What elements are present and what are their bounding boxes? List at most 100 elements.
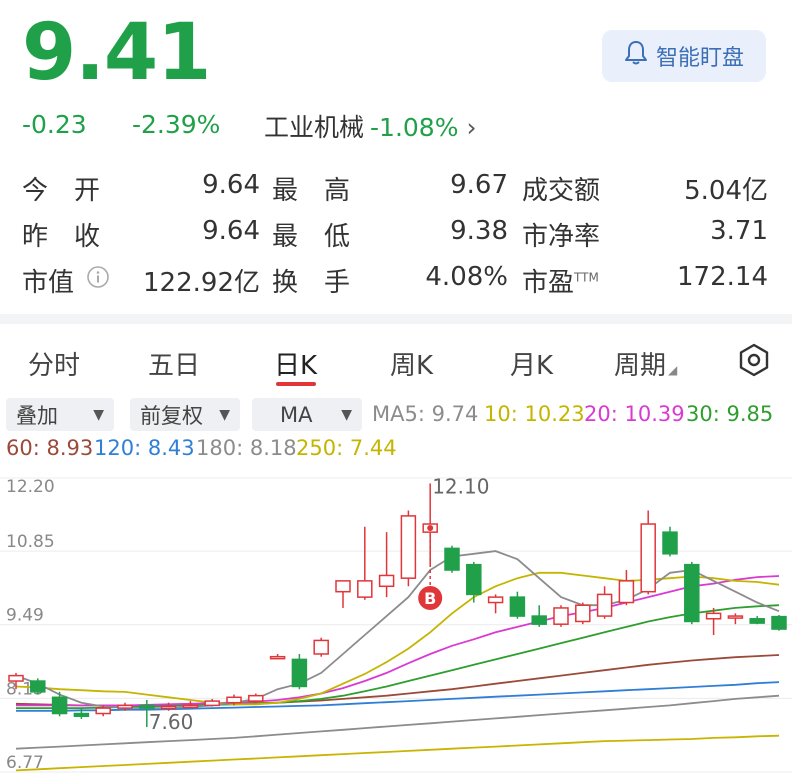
candle-body: [160, 705, 177, 710]
open-label: 今 开: [22, 176, 101, 206]
low-value: 9.38: [450, 216, 508, 246]
buy-marker-dot: [427, 525, 434, 532]
ma250-legend: 250: 7.44: [296, 436, 397, 460]
pe-ratio-value: 172.14: [677, 262, 768, 292]
candle-body: [487, 596, 504, 604]
buy-marker-label: B: [424, 589, 436, 608]
tab-weekly-k[interactable]: 周K: [390, 345, 433, 382]
candle-body: [8, 674, 24, 682]
section-divider: [0, 314, 792, 324]
high-label: 最 高: [272, 176, 351, 206]
corner-triangle-icon: ◢: [668, 363, 678, 377]
kline-chart[interactable]: 12.2010.859.498.136.7712.107.60B: [0, 470, 792, 777]
turnover-amount-label: 成交额: [522, 176, 601, 206]
tab-period-label: 周期: [614, 351, 667, 381]
smart-watch-label: 智能盯盘: [655, 46, 744, 71]
candle-body: [291, 658, 308, 688]
ma60-legend: 60: 8.93: [6, 436, 94, 460]
ma20-legend: 20: 10.39: [584, 402, 685, 426]
market-cap-label: 市值: [22, 268, 75, 298]
smart-watch-button[interactable]: 智能盯盘: [602, 30, 766, 82]
candle-body: [771, 615, 787, 630]
high-price-annotation: 12.10: [432, 474, 489, 498]
pe-ratio-label: 市盈TTM: [522, 262, 599, 299]
candle-body: [618, 580, 635, 604]
candle-body: [182, 704, 199, 709]
candle-body: [509, 596, 526, 617]
candle-body: [313, 639, 329, 655]
caret-down-icon: ▼: [341, 406, 352, 423]
candle-body: [662, 531, 678, 555]
indicator-label: MA: [280, 402, 313, 427]
candle-body: [705, 612, 722, 620]
candle-body: [596, 593, 613, 617]
low-price-annotation: 7.60: [149, 710, 194, 734]
tab-intraday[interactable]: 分时: [28, 345, 80, 382]
ma20-line: [16, 575, 780, 707]
candle-body: [466, 563, 482, 596]
industry-change-pct: -1.08%: [370, 113, 459, 142]
chevron-right-icon: ›: [466, 113, 477, 142]
current-price: 9.41: [22, 8, 211, 98]
candle-body: [204, 700, 220, 707]
candle-body: [378, 574, 395, 588]
prev-close-value: 9.64: [202, 216, 260, 246]
ma180-legend: 180: 8.18: [196, 436, 297, 460]
candle-body: [400, 515, 417, 579]
tab-monthly-k[interactable]: 月K: [510, 345, 553, 382]
candle-body: [640, 523, 656, 593]
y-tick-label: 10.85: [6, 532, 55, 552]
candle-body: [727, 615, 744, 619]
indicator-dropdown[interactable]: MA ▼: [252, 398, 362, 431]
active-tab-indicator: [276, 382, 316, 386]
low-label: 最 低: [272, 222, 351, 252]
pe-ttm-sup: TTM: [574, 270, 599, 285]
candle-body: [73, 712, 90, 717]
candle-body: [226, 696, 242, 704]
turnover-amount-value: 5.04亿: [684, 176, 768, 206]
price-change-pct: -2.39%: [132, 110, 221, 139]
candle-body: [51, 696, 68, 715]
adjust-label: 前复权: [140, 403, 203, 428]
high-value: 9.67: [450, 170, 508, 200]
settings-icon[interactable]: [736, 342, 772, 382]
candle-body: [749, 618, 765, 624]
ma5-legend: MA5: 9.74: [372, 402, 479, 426]
candle-body: [335, 580, 351, 593]
y-tick-label: 12.20: [6, 477, 55, 497]
tab-period[interactable]: 周期 ◢: [614, 345, 677, 382]
pb-ratio-value: 3.71: [710, 216, 768, 246]
pb-ratio-label: 市净率: [522, 222, 601, 252]
tab-daily-k[interactable]: 日K: [274, 345, 317, 382]
adjust-dropdown[interactable]: 前复权 ▼: [130, 398, 240, 431]
price-change: -0.23: [22, 110, 87, 139]
candle-body: [117, 704, 133, 709]
candle-body: [30, 680, 46, 693]
overlay-dropdown[interactable]: 叠加 ▼: [6, 398, 114, 431]
y-tick-label: 9.49: [6, 606, 44, 626]
candle-body: [269, 655, 286, 660]
ma120-legend: 120: 8.43: [94, 436, 195, 460]
industry-link[interactable]: 工业机械 -1.08% ›: [264, 108, 476, 144]
turnover-rate-label: 换 手: [272, 268, 351, 298]
candle-body: [248, 694, 264, 702]
candle-body: [575, 604, 591, 623]
caret-down-icon: ▼: [219, 406, 230, 423]
industry-name: 工业机械: [264, 113, 365, 142]
open-value: 9.64: [202, 170, 260, 200]
candle-body: [444, 547, 460, 571]
candle-body: [531, 615, 547, 625]
info-icon[interactable]: [86, 265, 110, 293]
market-cap-value: 122.92亿: [143, 268, 260, 298]
candle-body: [357, 580, 373, 598]
tab-five-day[interactable]: 五日: [148, 345, 200, 382]
candle-body: [139, 704, 155, 709]
ma10-legend: 10: 10.23: [484, 402, 585, 426]
ma30-legend: 30: 9.85: [686, 402, 774, 426]
turnover-rate-value: 4.08%: [425, 262, 508, 292]
ma60-line: [15, 654, 780, 707]
ma180-line: [15, 694, 780, 750]
caret-down-icon: ▼: [93, 406, 104, 423]
bell-icon: [624, 40, 656, 72]
candle-body: [553, 607, 569, 625]
